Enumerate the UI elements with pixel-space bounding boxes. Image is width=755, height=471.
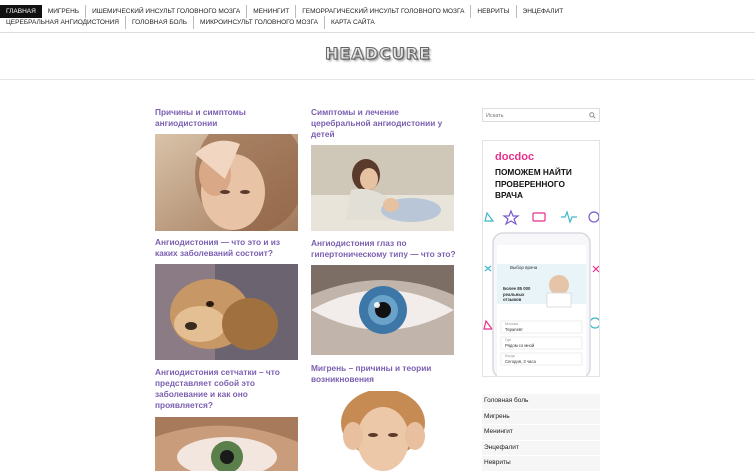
nav-item-sitemap[interactable]: Карта сайта: [325, 16, 381, 29]
search-icon[interactable]: [589, 112, 596, 119]
nav-item-encephalitis[interactable]: Энцефалит: [517, 5, 570, 18]
ad-field-value: Терапевт: [505, 327, 523, 332]
ad-field-value: Рядом со мной: [505, 343, 535, 348]
nav-item-headache[interactable]: Головная боль: [126, 16, 195, 29]
nav-item-cerebral-angiodystonia[interactable]: Церебральная ангиодистония: [0, 16, 127, 29]
search-box: [482, 108, 600, 122]
post-thumbnail[interactable]: [311, 391, 454, 471]
post-thumbnail[interactable]: [311, 145, 454, 231]
post-title[interactable]: Симптомы и лечение церебральной ангиодис…: [311, 107, 456, 140]
ad-phone-banner: Более 85 000 реальных отзывов: [503, 286, 531, 302]
category-list: Головная боль Мигрень Менингит Энцефалит…: [482, 393, 600, 471]
ad-field-label: Москва: [505, 322, 518, 326]
post-title[interactable]: Ангиодистония сетчатки – что представляе…: [155, 367, 295, 411]
header-divider: [0, 79, 755, 80]
category-item-meningitis[interactable]: Менингит: [482, 424, 600, 440]
post-thumbnail[interactable]: [311, 265, 454, 355]
ad-field-label: Когда: [505, 354, 515, 358]
ad-field-label: Где: [505, 338, 512, 342]
nav-item-neuritis[interactable]: Невриты: [471, 5, 517, 18]
site-header: HEADCURE: [0, 33, 755, 79]
post-title[interactable]: Мигрень – причины и теории возникновения: [311, 363, 456, 385]
ad-field-value: Сегодня, 3 часа: [505, 359, 536, 364]
advertisement-banner[interactable]: docdoc Поможем найти проверенного врача …: [482, 140, 600, 377]
post-title[interactable]: Ангиодистония глаз по гипертоническому т…: [311, 238, 456, 260]
post-thumbnail[interactable]: [155, 264, 298, 360]
post-title[interactable]: Причины и симптомы ангиодистонии: [155, 107, 295, 129]
top-navigation: Главная Мигрень Ишемический инсульт голо…: [0, 0, 755, 32]
nav-row-2: Церебральная ангиодистония Головная боль…: [0, 16, 381, 29]
category-item-encephalitis[interactable]: Энцефалит: [482, 439, 600, 455]
post-thumbnail[interactable]: [155, 134, 298, 231]
nav-item-microstroke[interactable]: Микроинсульт головного мозга: [194, 16, 325, 29]
category-item-migraine[interactable]: Мигрень: [482, 408, 600, 424]
search-input[interactable]: [486, 111, 586, 120]
category-item-headache[interactable]: Головная боль: [482, 393, 600, 409]
site-logo[interactable]: HEADCURE: [325, 44, 431, 64]
post-thumbnail[interactable]: [155, 417, 298, 471]
ad-phone-title: Выбор врача: [510, 265, 538, 270]
post-title[interactable]: Ангиодистония — что это и из каких забол…: [155, 237, 295, 259]
category-item-neuritis[interactable]: Невриты: [482, 455, 600, 471]
ad-illustration: [483, 209, 599, 376]
